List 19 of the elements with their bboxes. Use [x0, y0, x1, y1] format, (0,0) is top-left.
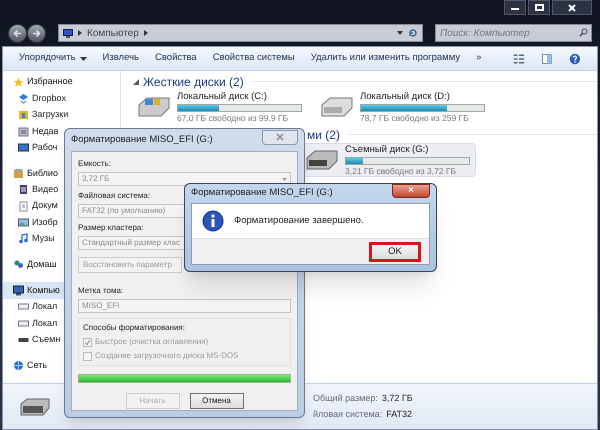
dialog-title: Форматирование MISO_EFI (G:) — [71, 132, 213, 147]
detail-label: йловая система: — [313, 408, 382, 420]
free-space-text: 3,21 ГБ свободно из 3,72 ГБ — [345, 166, 458, 175]
message-text: Форматирование завершено. — [234, 214, 364, 228]
detail-label: Общий размер: — [313, 392, 378, 405]
dialog-title: Форматирование MISO_EFI (G:) — [191, 186, 333, 200]
checkbox-label: Создание загрузочного диска MS-DOS — [95, 350, 238, 362]
group-label: Способы форматирования: — [83, 322, 185, 334]
drive-name: Съемный диск (G:) — [345, 145, 430, 154]
detail-value: 3,72 ГБ — [382, 392, 413, 405]
free-space-text: 78,7 ГБ свободно из 259 ГБ — [360, 114, 470, 122]
checkbox-label: Быстрое (очистка оглавления) — [95, 336, 208, 348]
field-label: Размер кластера: — [78, 222, 144, 234]
field-label: Файловая система: — [78, 190, 150, 202]
detail-value: FAT32 — [386, 408, 412, 420]
field-label: Емкость: — [78, 158, 111, 170]
free-space-text: 67,0 ГБ свободно из 99,9 ГБ — [177, 114, 290, 122]
drive-name: Локальный диск (D:) — [360, 92, 451, 102]
drive-name: Локальный диск (C:) — [177, 92, 268, 102]
